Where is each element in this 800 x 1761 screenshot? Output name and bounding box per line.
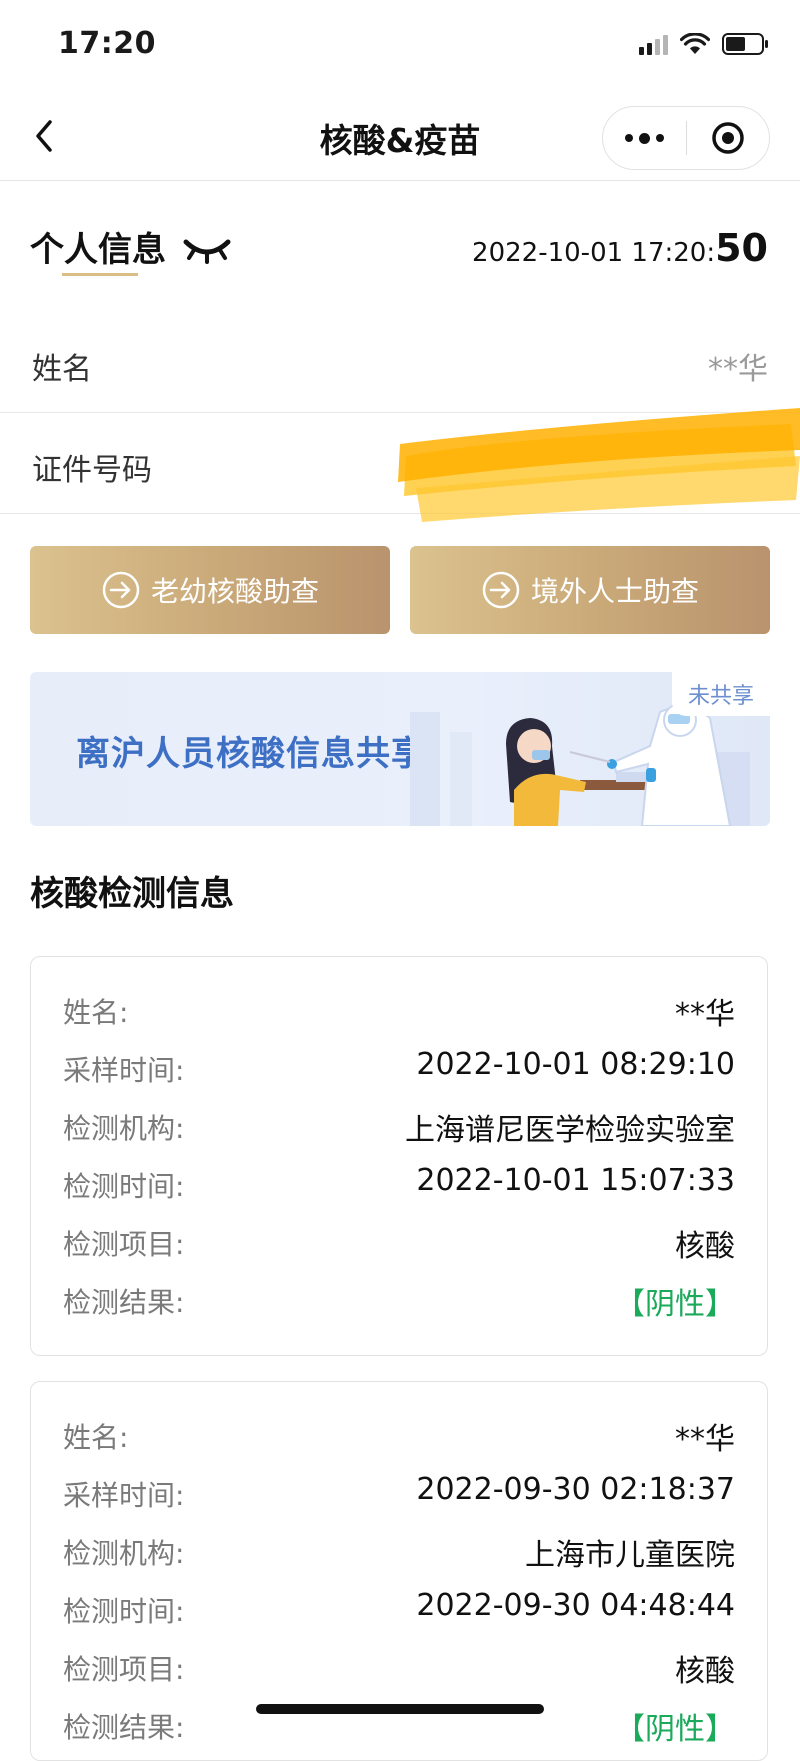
record-test-time-row: 检测时间: 2022-09-30 04:48:44	[31, 1580, 767, 1638]
record-result-row: 检测结果: 【阴性】	[31, 1271, 767, 1329]
status-bar: 17:20	[0, 0, 800, 96]
timestamp-main: 2022-10-01 17:20:	[472, 238, 716, 268]
record-test-time-value: 2022-09-30 04:48:44	[416, 1588, 735, 1623]
record-institution-value: 上海谱尼医学检验实验室	[405, 1113, 735, 1148]
record-item-label: 检测项目:	[63, 1228, 185, 1261]
record-item-value: 核酸	[675, 1229, 735, 1264]
banner-title: 离沪人员核酸信息共享	[76, 734, 426, 774]
overseas-check-button[interactable]: 境外人士助查	[410, 546, 770, 634]
nucleic-test-title: 核酸检测信息	[30, 874, 234, 914]
record-sample-time-value: 2022-10-01 08:29:10	[416, 1047, 735, 1082]
record-institution-label: 检测机构:	[63, 1112, 185, 1145]
record-item-value: 核酸	[675, 1654, 735, 1689]
record-test-time-label: 检测时间:	[63, 1595, 185, 1628]
record-institution-row: 检测机构: 上海谱尼医学检验实验室	[31, 1097, 767, 1155]
name-value: **华	[708, 352, 768, 387]
status-icons	[639, 32, 770, 56]
record-test-time-label: 检测时间:	[63, 1170, 185, 1203]
record-test-time-row: 检测时间: 2022-10-01 15:07:33	[31, 1155, 767, 1213]
nav-bar: 核酸&疫苗	[0, 96, 800, 276]
battery-icon	[722, 32, 770, 56]
test-record-card: 姓名: **华 采样时间: 2022-10-01 08:29:10 检测机构: …	[30, 956, 768, 1356]
tab-indicator	[62, 273, 138, 276]
record-result-label: 检测结果:	[63, 1711, 185, 1744]
record-name-row: 姓名: **华	[31, 981, 767, 1039]
share-status-badge: 未共享	[671, 672, 770, 716]
record-result-value: 【阴性】	[615, 1287, 735, 1322]
id-label: 证件号码	[32, 453, 152, 488]
record-institution-value: 上海市儿童医院	[525, 1538, 735, 1573]
eye-closed-icon[interactable]	[182, 233, 232, 264]
elderly-check-label: 老幼核酸助查	[150, 575, 319, 608]
record-institution-row: 检测机构: 上海市儿童医院	[31, 1522, 767, 1580]
record-name-label: 姓名:	[63, 1421, 129, 1454]
record-item-label: 检测项目:	[63, 1653, 185, 1686]
personal-info-heading: 个人信息	[30, 222, 232, 271]
redaction-mark	[396, 396, 800, 526]
name-label: 姓名	[32, 352, 92, 387]
refresh-timestamp: 2022-10-01 17:20:50	[472, 226, 768, 270]
cellular-signal-icon	[639, 33, 668, 55]
record-sample-time-label: 采样时间:	[63, 1479, 185, 1512]
record-name-row: 姓名: **华	[31, 1406, 767, 1464]
overseas-check-label: 境外人士助查	[530, 575, 699, 608]
status-time: 17:20	[58, 26, 156, 61]
record-result-label: 检测结果:	[63, 1286, 185, 1319]
wifi-icon	[680, 33, 710, 55]
record-test-time-value: 2022-10-01 15:07:33	[416, 1163, 735, 1198]
record-sample-time-value: 2022-09-30 02:18:37	[416, 1472, 735, 1507]
record-item-row: 检测项目: 核酸	[31, 1213, 767, 1271]
record-result-value: 【阴性】	[615, 1712, 735, 1747]
mini-program-capsule	[602, 106, 770, 170]
close-miniprogram-icon[interactable]	[687, 106, 769, 170]
record-name-value: **华	[675, 1422, 735, 1457]
record-item-row: 检测项目: 核酸	[31, 1638, 767, 1696]
record-name-value: **华	[675, 997, 735, 1032]
leave-shanghai-share-banner[interactable]: 离沪人员核酸信息共享 未共享	[30, 672, 770, 826]
record-name-label: 姓名:	[63, 996, 129, 1029]
record-sample-time-row: 采样时间: 2022-09-30 02:18:37	[31, 1464, 767, 1522]
enter-circle-icon	[101, 570, 141, 610]
record-sample-time-label: 采样时间:	[63, 1054, 185, 1087]
elderly-nucleic-check-button[interactable]: 老幼核酸助查	[30, 546, 390, 634]
personal-info-title: 个人信息	[30, 230, 166, 270]
enter-circle-icon	[481, 570, 521, 610]
record-institution-label: 检测机构:	[63, 1537, 185, 1570]
record-sample-time-row: 采样时间: 2022-10-01 08:29:10	[31, 1039, 767, 1097]
timestamp-seconds: 50	[715, 226, 768, 270]
home-indicator[interactable]	[256, 1704, 544, 1714]
more-icon[interactable]	[603, 106, 686, 170]
